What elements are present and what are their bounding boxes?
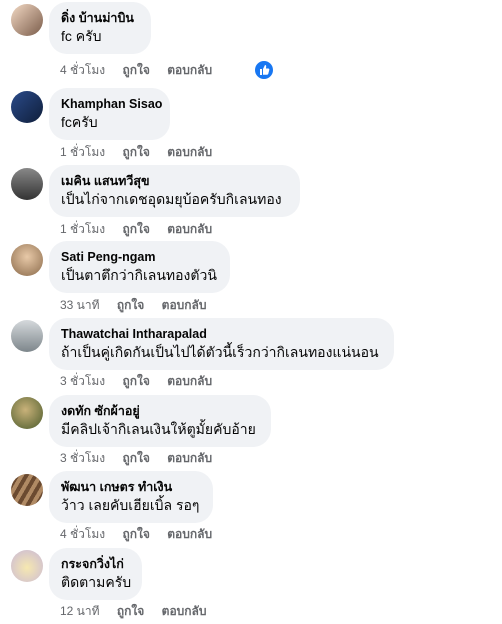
comment-timestamp[interactable]: 4 ชั่วโมง [60,63,105,77]
avatar[interactable] [11,397,43,429]
like-button[interactable]: ถูกใจ [122,451,149,465]
reply-button[interactable]: ตอบกลับ [167,527,212,541]
like-button[interactable]: ถูกใจ [122,145,149,159]
comment-text: fc ครับ [61,28,102,44]
comment-text: ว้าว เลยคับเฮียเบิ้ล รอๆ [61,497,200,513]
like-button[interactable]: ถูกใจ [122,527,149,541]
reply-button[interactable]: ตอบกลับ [162,604,207,618]
comment-author[interactable]: Thawatchai Intharapalad [61,326,382,342]
comment-actions: 12 นาที ถูกใจ ตอบกลับ [60,603,221,619]
reply-button[interactable]: ตอบกลับ [167,63,212,77]
avatar[interactable] [11,4,43,36]
comment-actions: 3 ชั่วโมง ถูกใจ ตอบกลับ [60,373,226,389]
like-button[interactable]: ถูกใจ [122,63,149,77]
reply-button[interactable]: ตอบกลับ [167,374,212,388]
avatar[interactable] [11,550,43,582]
comment-timestamp[interactable]: 1 ชั่วโมง [60,145,105,159]
comment-timestamp[interactable]: 1 ชั่วโมง [60,222,105,236]
like-button[interactable]: ถูกใจ [117,298,144,312]
comment-bubble: กระจกวิ่งไก่ ติดตามครับ [49,548,142,600]
comment-bubble: เมคิน แสนทวีสุข เป็นไก่จากเดชอุดมยุบ้อคร… [49,165,300,217]
comment-actions: 1 ชั่วโมง ถูกใจ ตอบกลับ [60,144,226,160]
comment-text: เป็นไก่จากเดชอุดมยุบ้อครับกิเลนทอง [61,191,282,207]
avatar[interactable] [11,168,43,200]
comment-text: เป็นตาตึกว่ากิเลนทองตัวนิ [61,267,217,283]
reply-button[interactable]: ตอบกลับ [167,222,212,236]
comment-bubble: ดิ่ง บ้านม่าบิน fc ครับ [49,2,151,54]
comment-actions: 1 ชั่วโมง ถูกใจ ตอบกลับ [60,221,226,237]
avatar[interactable] [11,244,43,276]
like-reaction-icon[interactable] [253,59,275,81]
reply-button[interactable]: ตอบกลับ [167,451,212,465]
like-button[interactable]: ถูกใจ [122,222,149,236]
avatar[interactable] [11,474,43,506]
comment-author[interactable]: ดิ่ง บ้านม่าบิน [61,10,139,26]
comment-author[interactable]: Sati Peng-ngam [61,249,218,265]
comment-bubble: Thawatchai Intharapalad ถ้าเป็นคู่เกิดกั… [49,318,394,370]
comment-actions: 3 ชั่วโมง ถูกใจ ตอบกลับ [60,450,226,466]
comment-bubble: พัฒนา เกษตร ทำเงิน ว้าว เลยคับเฮียเบิ้ล … [49,471,213,523]
like-button[interactable]: ถูกใจ [122,374,149,388]
comment-bubble: งดทัก ซักผ้าอยู่ มีคลิปเจ้ากิเลนเงินให้ต… [49,395,271,447]
comment-timestamp[interactable]: 3 ชั่วโมง [60,451,105,465]
comment-bubble: Khamphan Sisao fcครับ [49,88,170,140]
comment-timestamp[interactable]: 4 ชั่วโมง [60,527,105,541]
comment-author[interactable]: งดทัก ซักผ้าอยู่ [61,403,259,419]
reply-button[interactable]: ตอบกลับ [162,298,207,312]
reply-button[interactable]: ตอบกลับ [167,145,212,159]
comment-timestamp[interactable]: 12 นาที [60,604,100,618]
comment-author[interactable]: เมคิน แสนทวีสุข [61,173,288,189]
avatar[interactable] [11,91,43,123]
comment-text: ติดตามครับ [61,574,132,590]
comment-actions: 4 ชั่วโมง ถูกใจ ตอบกลับ [60,526,226,542]
like-button[interactable]: ถูกใจ [117,604,144,618]
comment-text: ถ้าเป็นคู่เกิดกันเป็นไปได้ตัวนี้เร็วกว่า… [61,344,379,360]
comment-bubble: Sati Peng-ngam เป็นตาตึกว่ากิเลนทองตัวนิ [49,241,230,293]
comment-author[interactable]: Khamphan Sisao [61,96,162,112]
comment-author[interactable]: พัฒนา เกษตร ทำเงิน [61,479,201,495]
comment-text: มีคลิปเจ้ากิเลนเงินให้ตูมั้ยคับอ้าย [61,421,256,437]
comment-text: fcครับ [61,114,98,130]
thumbs-up-icon [260,65,270,75]
comment-timestamp[interactable]: 33 นาที [60,298,100,312]
comment-author[interactable]: กระจกวิ่งไก่ [61,556,130,572]
avatar[interactable] [11,320,43,352]
comment-actions: 33 นาที ถูกใจ ตอบกลับ [60,297,221,313]
comment-actions: 4 ชั่วโมง ถูกใจ ตอบกลับ [60,62,226,78]
comment-timestamp[interactable]: 3 ชั่วโมง [60,374,105,388]
